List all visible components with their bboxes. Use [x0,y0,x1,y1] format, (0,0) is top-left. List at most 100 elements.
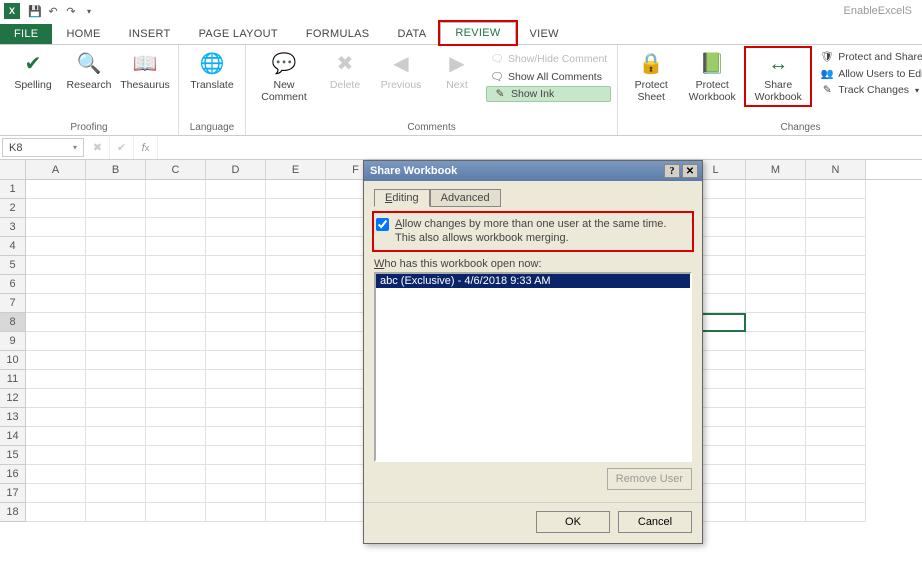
tab-insert[interactable]: INSERT [115,24,185,44]
cell[interactable] [86,237,146,256]
cell[interactable] [806,294,866,313]
cell[interactable] [806,465,866,484]
cell[interactable] [206,199,266,218]
show-hide-comment-button[interactable]: 🗨Show/Hide Comment [486,50,611,67]
cell[interactable] [806,484,866,503]
cell[interactable] [86,446,146,465]
tab-home[interactable]: HOME [52,24,114,44]
cell[interactable] [206,370,266,389]
row-header[interactable]: 9 [0,332,26,351]
cell[interactable] [86,370,146,389]
cell[interactable] [146,503,206,522]
cell[interactable] [266,351,326,370]
row-header[interactable]: 16 [0,465,26,484]
cell[interactable] [86,389,146,408]
cell[interactable] [806,408,866,427]
cell[interactable] [26,503,86,522]
cell[interactable] [806,389,866,408]
cell[interactable] [266,427,326,446]
show-all-comments-button[interactable]: 🗨Show All Comments [486,68,611,85]
cell[interactable] [146,275,206,294]
cell[interactable] [746,237,806,256]
cell[interactable] [746,275,806,294]
enter-formula-button[interactable]: ✔ [110,136,134,159]
cell[interactable] [26,427,86,446]
tab-editing[interactable]: Editing [374,189,430,207]
cell[interactable] [746,294,806,313]
cell[interactable] [746,332,806,351]
cell[interactable] [266,180,326,199]
row-header[interactable]: 13 [0,408,26,427]
cell[interactable] [206,503,266,522]
cell[interactable] [806,313,866,332]
cell[interactable] [86,465,146,484]
cell[interactable] [26,313,86,332]
cell[interactable] [206,427,266,446]
row-header[interactable]: 4 [0,237,26,256]
cell[interactable] [266,408,326,427]
cell[interactable] [746,503,806,522]
row-header[interactable]: 15 [0,446,26,465]
user-list[interactable]: abc (Exclusive) - 4/6/2018 9:33 AM [374,272,692,462]
cell[interactable] [806,332,866,351]
cell[interactable] [266,294,326,313]
column-header[interactable]: B [86,160,146,179]
cell[interactable] [26,332,86,351]
cell[interactable] [746,484,806,503]
cell[interactable] [746,465,806,484]
cell[interactable] [146,389,206,408]
row-header[interactable]: 8 [0,313,26,332]
row-header[interactable]: 7 [0,294,26,313]
new-comment-button[interactable]: 💬New Comment [252,48,316,105]
cell[interactable] [26,294,86,313]
cell[interactable] [146,313,206,332]
share-workbook-button[interactable]: ↔Share Workbook [746,48,810,105]
cell[interactable] [86,503,146,522]
tab-file[interactable]: FILE [0,24,52,44]
column-header[interactable]: D [206,160,266,179]
cell[interactable] [26,237,86,256]
cell[interactable] [146,408,206,427]
cell[interactable] [266,237,326,256]
cell[interactable] [26,465,86,484]
row-header[interactable]: 2 [0,199,26,218]
ok-button[interactable]: OK [536,511,610,533]
cell[interactable] [746,218,806,237]
cell[interactable] [26,218,86,237]
show-ink-button[interactable]: ✎Show Ink [486,86,611,102]
cell[interactable] [146,351,206,370]
cell[interactable] [26,408,86,427]
cell[interactable] [746,180,806,199]
next-comment-button[interactable]: ▶Next [430,48,484,93]
cell[interactable] [206,275,266,294]
cancel-button[interactable]: Cancel [618,511,692,533]
redo-icon[interactable]: ↷ [62,5,80,18]
cell[interactable] [86,256,146,275]
previous-comment-button[interactable]: ◀Previous [374,48,428,93]
column-header[interactable]: M [746,160,806,179]
cell[interactable] [206,180,266,199]
cell[interactable] [86,408,146,427]
cell[interactable] [266,503,326,522]
cell[interactable] [146,180,206,199]
tab-view[interactable]: VIEW [516,24,573,44]
cell[interactable] [86,180,146,199]
cell[interactable] [206,351,266,370]
cell[interactable] [26,484,86,503]
cell[interactable] [266,446,326,465]
cell[interactable] [146,370,206,389]
row-header[interactable]: 11 [0,370,26,389]
cell[interactable] [206,465,266,484]
row-header[interactable]: 17 [0,484,26,503]
close-button[interactable]: ✕ [682,164,698,178]
tab-advanced[interactable]: Advanced [430,189,501,207]
cell[interactable] [746,199,806,218]
cell[interactable] [746,427,806,446]
select-all-corner[interactable] [0,160,26,179]
column-header[interactable]: N [806,160,866,179]
save-icon[interactable]: 💾 [26,5,44,18]
row-header[interactable]: 12 [0,389,26,408]
cell[interactable] [86,275,146,294]
cell[interactable] [86,427,146,446]
cell[interactable] [266,218,326,237]
